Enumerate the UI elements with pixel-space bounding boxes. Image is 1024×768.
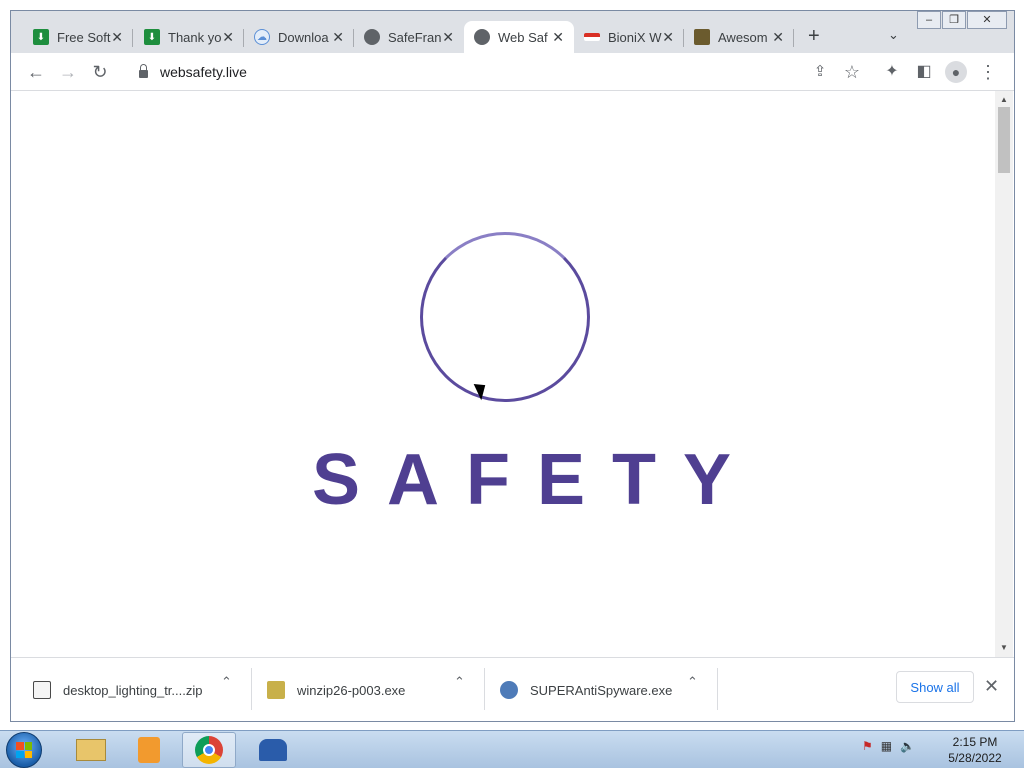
extensions-puzzle-icon[interactable]: ✦ [881,61,903,83]
media-player-icon[interactable] [122,732,176,768]
loading-ring [420,232,590,402]
profile-avatar-icon[interactable]: ● [945,61,967,83]
windows-logo-icon [16,742,32,758]
tab-4-active[interactable]: Web Saf ✕ [464,21,574,53]
share-icon[interactable]: ⇪ [809,61,831,83]
safety-logo-text: SAFETY [312,440,759,520]
page-content: SAFETY [12,91,995,657]
address-bar[interactable]: websafety.live [127,58,867,86]
menu-kebab-icon[interactable]: ⋮ [977,61,999,83]
chevron-up-icon[interactable]: ⌃ [221,674,232,690]
scroll-down-icon[interactable]: ▼ [1000,643,1008,652]
volume-icon[interactable]: 🔈 [900,739,915,753]
tab-5[interactable]: BioniX W ✕ [574,21,684,53]
download-item-0[interactable]: desktop_lighting_tr....zip [33,666,202,714]
lock-icon [139,64,148,78]
clock-date: 5/28/2022 [948,751,1002,765]
download-item-2[interactable]: SUPERAntiSpyware.exe [500,666,672,714]
tab-title: Awesom [718,29,768,45]
close-tab-icon[interactable]: ✕ [552,29,564,46]
clock[interactable]: 2:15 PM 5/28/2022 [940,734,1010,766]
image-icon [694,29,710,45]
clock-time: 2:15 PM [952,735,998,749]
chevron-up-icon[interactable]: ⌃ [454,674,465,690]
cloud-download-icon: ☁ [254,29,270,45]
malwarebytes-icon[interactable] [246,732,300,768]
green-download-icon: ⬇ [33,29,49,45]
zip-file-icon [33,681,51,699]
download-filename: desktop_lighting_tr....zip [63,682,203,698]
chevron-down-icon[interactable]: ⌄ [888,27,899,43]
tab-title: Web Saf [498,29,548,45]
maximize-button[interactable]: ❐ [942,11,966,29]
back-arrow-icon[interactable]: ← [25,61,47,83]
tab-title: SafeFran [388,29,442,45]
tab-title: Thank yo [168,29,222,45]
download-filename: SUPERAntiSpyware.exe [530,682,673,698]
side-panel-icon[interactable]: ◧ [913,61,935,83]
browser-window: ⬇ Free Soft ✕ ⬇ Thank yo ✕ ☁ Downloa ✕ S… [10,10,1015,722]
close-tab-icon[interactable]: ✕ [111,29,123,46]
close-tab-icon[interactable]: ✕ [662,29,674,46]
globe-icon [474,29,490,45]
green-download-icon: ⬇ [144,29,160,45]
download-item-1[interactable]: winzip26-p003.exe [267,666,405,714]
vertical-scrollbar[interactable]: ▲ ▼ [995,91,1013,657]
action-center-flag-icon[interactable]: ⚑ [862,739,873,753]
tab-0[interactable]: ⬇ Free Soft ✕ [23,21,133,53]
tab-title: Downloa [278,29,329,45]
scroll-up-icon[interactable]: ▲ [1000,95,1008,104]
tab-1[interactable]: ⬇ Thank yo ✕ [134,21,244,53]
tab-6[interactable]: Awesom ✕ [684,21,794,53]
globe-file-icon [500,681,518,699]
url-text: websafety.live [160,64,247,80]
tab-title: Free Soft [57,29,111,45]
tab-2[interactable]: ☁ Downloa ✕ [244,21,354,53]
show-all-button[interactable]: Show all [896,671,974,703]
globe-icon [364,29,380,45]
close-tab-icon[interactable]: ✕ [332,29,344,46]
toolbar: ← → ↻ websafety.live ⇪ ☆ ✦ ◧ ● ⋮ [11,53,1014,91]
forward-arrow-icon[interactable]: → [57,61,79,83]
reload-icon[interactable]: ↻ [89,61,111,83]
system-tray: ⚑ ▦ 🔈 [862,739,915,753]
file-explorer-icon[interactable] [64,732,118,768]
start-button[interactable] [6,732,42,768]
download-shelf: desktop_lighting_tr....zip ⌃ winzip26-p0… [11,657,1014,721]
red-bar-icon [584,33,600,41]
close-tab-icon[interactable]: ✕ [442,29,454,46]
tab-3[interactable]: SafeFran ✕ [354,21,464,53]
taskbar: ⚑ ▦ 🔈 2:15 PM 5/28/2022 [0,730,1024,768]
close-tab-icon[interactable]: ✕ [772,29,784,46]
chevron-up-icon[interactable]: ⌃ [687,674,698,690]
installer-icon [267,681,285,699]
tab-strip: ⬇ Free Soft ✕ ⬇ Thank yo ✕ ☁ Downloa ✕ S… [11,11,1014,53]
close-window-button[interactable]: ✕ [967,11,1007,29]
chrome-taskbar-icon[interactable] [182,732,236,768]
network-icon[interactable]: ▦ [881,739,892,753]
close-icon[interactable]: ✕ [984,676,999,697]
minimize-button[interactable]: – [917,11,941,29]
star-icon[interactable]: ☆ [841,61,863,83]
close-tab-icon[interactable]: ✕ [222,29,234,46]
tab-title: BioniX W [608,29,662,45]
scroll-thumb[interactable] [998,107,1010,173]
download-filename: winzip26-p003.exe [297,682,406,698]
plus-icon[interactable]: + [808,25,820,48]
